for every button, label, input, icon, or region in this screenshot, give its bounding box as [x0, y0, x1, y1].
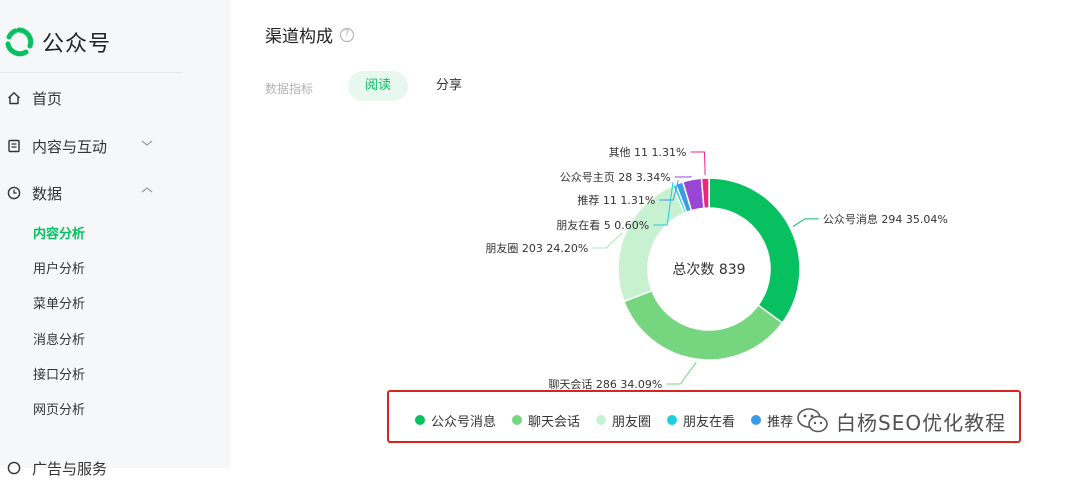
page-title: 渠道构成 ?	[265, 22, 354, 47]
watermark: 白杨SEO优化教程	[796, 404, 1006, 438]
slice-label-0: 公众号消息 294 35.04%	[823, 212, 948, 226]
watermark-text: 白杨SEO优化教程	[836, 407, 1006, 436]
donut-slice-0[interactable]	[709, 178, 800, 323]
legend-item-2[interactable]: 朋友圈	[596, 411, 651, 430]
ad-service-icon	[6, 460, 22, 476]
legend-label: 朋友在看	[683, 411, 735, 430]
legend-item-1[interactable]: 聊天会话	[512, 411, 580, 430]
sidebar-sub-menu-analysis[interactable]: 菜单分析	[33, 295, 85, 315]
slice-label-6: 其他 11 1.31%	[609, 146, 687, 159]
legend-dot	[751, 415, 761, 425]
sidebar-item-content[interactable]: 内容与互动	[6, 134, 107, 158]
sidebar-sub-webpage-analysis[interactable]: 网页分析	[33, 401, 85, 421]
brand[interactable]: 公众号	[4, 26, 111, 58]
legend-item-0[interactable]: 公众号消息	[415, 411, 496, 430]
wechat-official-logo-icon	[4, 27, 34, 57]
slice-label-1: 聊天会话 286 34.09%	[548, 377, 662, 390]
legend-dot	[512, 415, 522, 425]
leader-line-0	[793, 219, 819, 227]
clock-icon	[6, 185, 22, 201]
legend-item-4[interactable]: 推荐	[751, 411, 793, 430]
slice-label-4: 推荐 11 1.31%	[577, 193, 655, 207]
sidebar-item-label: 广告与服务	[32, 458, 107, 479]
sidebar: 公众号 首页 内容与互动 数据 内容分析 用户分析 菜单分析 消息分析 接口分析…	[0, 0, 230, 468]
sidebar-item-home[interactable]: 首页	[6, 86, 62, 110]
metric-label: 数据指标	[265, 80, 313, 97]
sidebar-item-label: 内容与互动	[32, 136, 107, 157]
wechat-logo-icon	[796, 406, 830, 436]
donut-center-label: 总次数 839	[672, 262, 745, 278]
legend-dot	[596, 415, 606, 425]
help-icon[interactable]: ?	[340, 28, 354, 42]
tab-share[interactable]: 分享	[419, 71, 479, 101]
sidebar-sub-message-analysis[interactable]: 消息分析	[33, 331, 85, 351]
page-title-text: 渠道构成	[265, 22, 333, 47]
slice-label-3: 朋友在看 5 0.60%	[556, 218, 649, 232]
sidebar-item-data[interactable]: 数据	[6, 181, 62, 205]
chart-legend: 公众号消息 聊天会话 朋友圈 朋友在看 推荐	[415, 410, 809, 430]
donut-slice-1[interactable]	[624, 291, 782, 360]
sidebar-sub-interface-analysis[interactable]: 接口分析	[33, 366, 85, 386]
channel-donut-chart: 公众号消息 294 35.04% 聊天会话 286 34.09% 朋友圈 203 2…	[230, 130, 1030, 390]
sidebar-item-label: 数据	[32, 183, 62, 204]
legend-label: 公众号消息	[431, 411, 496, 430]
leader-line-6	[691, 152, 706, 175]
chevron-down-icon[interactable]	[141, 137, 153, 151]
legend-dot	[667, 415, 677, 425]
brand-divider	[0, 72, 183, 73]
tab-read[interactable]: 阅读	[348, 71, 408, 101]
slice-label-5: 公众号主页 28 3.34%	[560, 171, 671, 184]
legend-item-3[interactable]: 朋友在看	[667, 411, 735, 430]
legend-label: 推荐	[767, 411, 793, 430]
leader-line-1	[666, 362, 696, 384]
home-icon	[6, 90, 22, 106]
legend-label: 朋友圈	[612, 411, 651, 430]
document-icon	[6, 138, 22, 154]
leader-line-2	[592, 233, 622, 248]
sidebar-item-label: 首页	[32, 88, 62, 109]
legend-dot	[415, 415, 425, 425]
sidebar-sub-user-analysis[interactable]: 用户分析	[33, 260, 85, 280]
sidebar-item-ads-services[interactable]: 广告与服务	[6, 456, 107, 480]
sidebar-sub-content-analysis[interactable]: 内容分析	[33, 225, 85, 245]
slice-label-2: 朋友圈 203 24.20%	[485, 241, 588, 255]
chevron-up-icon[interactable]	[141, 184, 153, 198]
brand-name: 公众号	[42, 26, 111, 58]
legend-label: 聊天会话	[528, 411, 580, 430]
